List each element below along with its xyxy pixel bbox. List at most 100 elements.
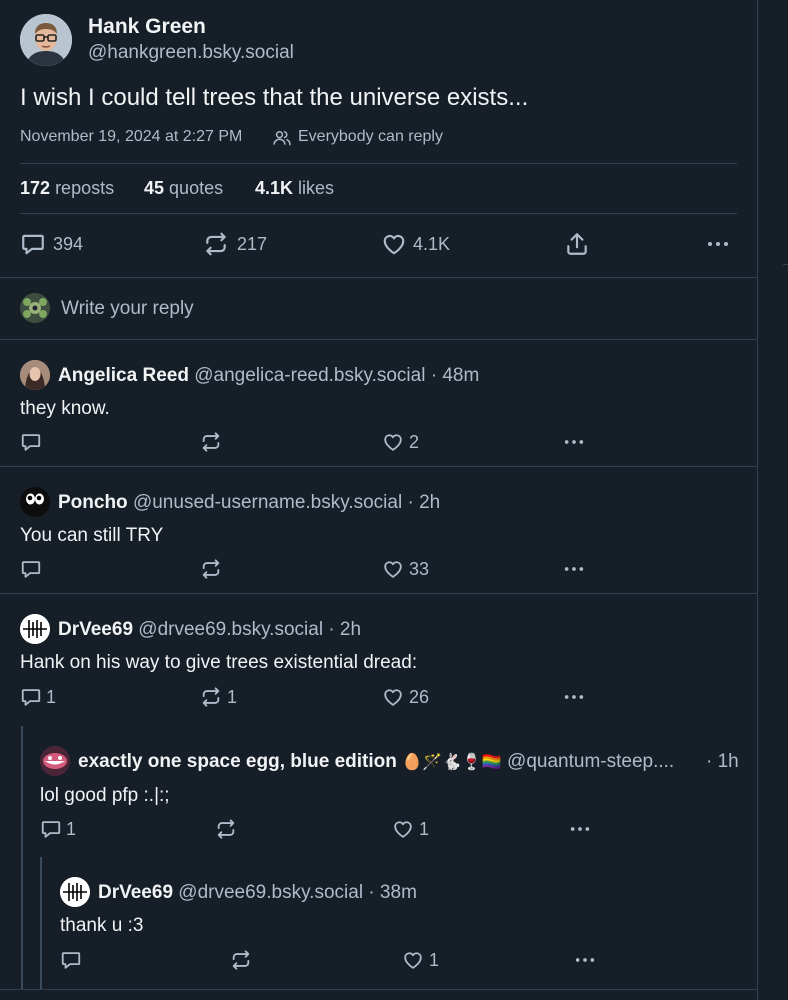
- author-handle[interactable]: @drvee69.bsky.social: [178, 882, 363, 903]
- likes-label: likes: [298, 178, 335, 198]
- reposts-count: 172: [20, 178, 51, 198]
- divider: [20, 213, 737, 214]
- more-options-icon[interactable]: [569, 818, 591, 840]
- repost-count: 1: [227, 687, 238, 707]
- reply-count: 1: [66, 819, 77, 839]
- avatar-image: [20, 360, 50, 390]
- repost-button[interactable]: 217: [203, 231, 293, 257]
- avatar-image: [60, 877, 90, 907]
- reply-text: they know.: [20, 398, 110, 419]
- avatar-angelica-reed[interactable]: [20, 360, 50, 390]
- quotes-count: 45: [144, 178, 165, 198]
- avatar-poncho[interactable]: [20, 487, 50, 517]
- reply-icon: [40, 818, 62, 840]
- reply-icon[interactable]: [60, 949, 82, 971]
- reply-count: 1: [46, 687, 57, 707]
- divider: [0, 466, 757, 467]
- reply-button[interactable]: 1: [40, 818, 100, 840]
- author-handle[interactable]: @quantum-steep....: [507, 751, 674, 772]
- author-name[interactable]: Angelica Reed: [58, 365, 189, 386]
- stat-reposts[interactable]: 172 reposts: [20, 178, 114, 199]
- reply-header: Angelica Reed @angelica-reed.bsky.social…: [58, 365, 479, 387]
- like-button[interactable]: 1: [402, 949, 462, 971]
- reply-icon: [20, 686, 42, 708]
- author-name[interactable]: DrVee69: [58, 619, 133, 640]
- author-name[interactable]: exactly one space egg, blue edition: [78, 751, 397, 772]
- reply-icon[interactable]: [20, 558, 42, 580]
- avatar-hank-green[interactable]: [20, 14, 72, 66]
- share-icon[interactable]: [564, 231, 590, 257]
- author-handle[interactable]: @hankgreen.bsky.social: [88, 42, 294, 64]
- stat-quotes[interactable]: 45 quotes: [144, 178, 223, 199]
- author-handle[interactable]: @drvee69.bsky.social: [138, 619, 323, 640]
- more-options-icon[interactable]: [574, 949, 596, 971]
- like-count: 4.1K: [413, 234, 451, 254]
- reply-button[interactable]: 394: [20, 231, 110, 257]
- like-count: 33: [409, 559, 430, 579]
- avatar-image: [40, 746, 70, 776]
- reply-time[interactable]: · 38m: [368, 882, 417, 903]
- thread-column: Hank Green @hankgreen.bsky.social I wish…: [0, 0, 757, 1000]
- author-name[interactable]: DrVee69: [98, 882, 173, 903]
- like-button[interactable]: 1: [392, 818, 452, 840]
- reply-composer[interactable]: Write your reply: [0, 278, 757, 339]
- post-timestamp[interactable]: November 19, 2024 at 2:27 PM: [20, 128, 242, 146]
- avatar-image: [20, 614, 50, 644]
- repost-icon[interactable]: [215, 818, 237, 840]
- reply-time[interactable]: · 1h: [706, 751, 739, 773]
- avatar-drvee69[interactable]: [20, 614, 50, 644]
- like-button[interactable]: 26: [382, 686, 442, 708]
- repost-icon: [203, 231, 229, 257]
- heart-icon: [392, 818, 414, 840]
- heart-icon: [382, 558, 404, 580]
- reply-icon[interactable]: [20, 431, 42, 453]
- reply-time[interactable]: · 2h: [407, 492, 440, 513]
- more-options-icon[interactable]: [563, 558, 585, 580]
- like-button[interactable]: 33: [382, 558, 442, 580]
- sidebar-divider: [783, 264, 788, 265]
- like-button[interactable]: 2: [382, 431, 442, 453]
- more-options-icon[interactable]: [706, 232, 730, 256]
- divider: [0, 989, 757, 990]
- like-count: 1: [429, 950, 440, 970]
- reply-time[interactable]: · 2h: [328, 619, 361, 640]
- reposts-label: reposts: [55, 178, 115, 198]
- avatar-image: [20, 487, 50, 517]
- repost-button[interactable]: 1: [200, 686, 260, 708]
- likes-count: 4.1K: [255, 178, 294, 198]
- post-text: I wish I could tell trees that the unive…: [20, 84, 529, 111]
- like-count: 2: [409, 432, 420, 452]
- reply-text: thank u :3: [60, 915, 144, 936]
- avatar-space-egg[interactable]: [40, 746, 70, 776]
- repost-icon[interactable]: [200, 431, 222, 453]
- repost-count: 217: [237, 234, 268, 254]
- repost-icon: [200, 686, 222, 708]
- author-handle[interactable]: @unused-username.bsky.social: [133, 492, 402, 513]
- avatar-image: [20, 293, 50, 323]
- author-name[interactable]: Poncho: [58, 492, 128, 513]
- heart-icon: [381, 231, 407, 257]
- thread-line: [21, 726, 23, 990]
- avatar-image: [20, 14, 72, 66]
- reply-button[interactable]: 1: [20, 686, 80, 708]
- repost-icon[interactable]: [230, 949, 252, 971]
- repost-icon[interactable]: [200, 558, 222, 580]
- reply-time[interactable]: · 48m: [431, 365, 480, 386]
- more-options-icon[interactable]: [563, 431, 585, 453]
- avatar-drvee69[interactable]: [60, 877, 90, 907]
- reply-setting[interactable]: Everybody can reply: [298, 128, 443, 146]
- reply-count: 394: [53, 234, 84, 254]
- heart-icon: [382, 431, 404, 453]
- more-options-icon[interactable]: [563, 686, 585, 708]
- author-handle[interactable]: @angelica-reed.bsky.social: [194, 365, 425, 386]
- column-border: [757, 0, 758, 1000]
- thread-line: [40, 857, 42, 990]
- reply-header: Poncho @unused-username.bsky.social · 2h: [58, 492, 440, 514]
- reply-input-placeholder[interactable]: Write your reply: [61, 298, 194, 320]
- like-count: 26: [409, 687, 430, 707]
- reply-icon: [20, 231, 46, 257]
- like-button[interactable]: 4.1K: [381, 231, 471, 257]
- reply-text: You can still TRY: [20, 525, 164, 546]
- author-name[interactable]: Hank Green: [88, 15, 206, 39]
- stat-likes[interactable]: 4.1K likes: [255, 178, 334, 199]
